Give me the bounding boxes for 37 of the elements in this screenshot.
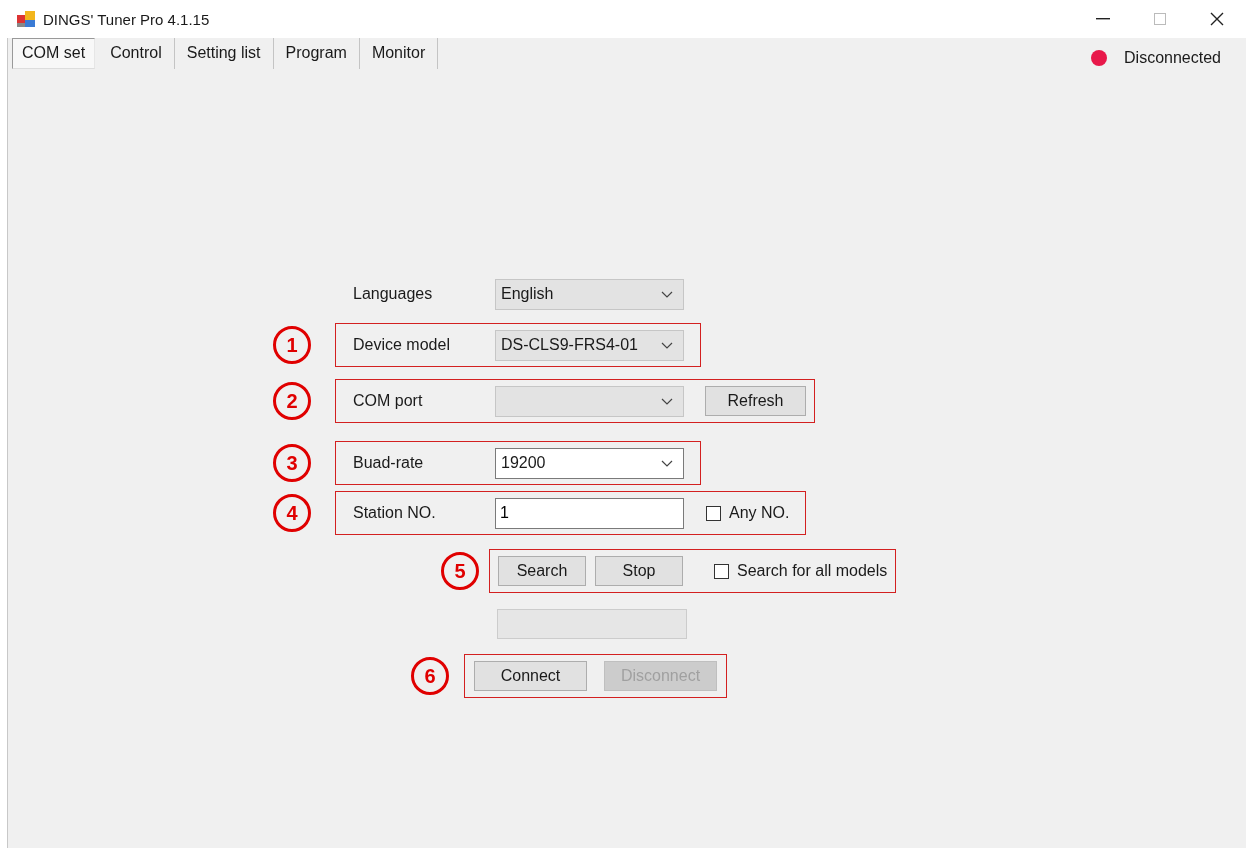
button[interactable]: Connect <box>474 661 587 691</box>
tab[interactable]: COM set <box>12 38 96 69</box>
step-number: 1 <box>273 326 311 364</box>
field-label: Buad-rate <box>353 454 425 472</box>
chevron-icon <box>661 397 673 405</box>
close-icon[interactable] <box>1210 12 1224 26</box>
step-number: 4 <box>273 494 311 532</box>
field-label: Languages <box>353 285 434 303</box>
step-number: 3 <box>273 444 311 482</box>
tab[interactable]: Setting list <box>174 38 274 69</box>
checkbox[interactable] <box>714 563 729 579</box>
checkbox-label[interactable]: Search for all models <box>737 562 888 580</box>
minimize-icon[interactable] <box>1096 18 1110 20</box>
field-label: Station NO. <box>353 504 437 522</box>
field-label: COM port <box>353 392 424 410</box>
dropdown[interactable]: 19200 <box>495 447 684 479</box>
button[interactable]: Search <box>498 556 586 586</box>
step-number: 2 <box>273 382 311 420</box>
window-title: DINGS' Tuner Pro 4.1.15 <box>43 10 210 28</box>
app-icon <box>17 11 35 27</box>
checkbox[interactable] <box>706 505 721 521</box>
tab[interactable]: Monitor <box>359 38 439 69</box>
field-label: Device model <box>353 336 451 354</box>
step-number: 5 <box>441 552 479 590</box>
status-label: Disconnected <box>1124 49 1221 67</box>
button[interactable]: Stop <box>595 556 683 586</box>
chevron-icon <box>661 290 673 298</box>
tab[interactable]: Control <box>98 38 175 69</box>
button[interactable]: Refresh <box>705 386 806 416</box>
dropdown[interactable]: DS-CLS9-FRS4-01 <box>495 329 684 361</box>
tab[interactable]: Program <box>273 38 360 69</box>
chevron-icon <box>661 459 673 467</box>
chevron-icon <box>661 341 673 349</box>
step-number: 6 <box>411 657 449 695</box>
checkbox-label[interactable]: Any NO. <box>729 504 790 522</box>
dropdown[interactable]: English <box>495 278 684 310</box>
input-field[interactable]: 1 <box>495 497 684 529</box>
